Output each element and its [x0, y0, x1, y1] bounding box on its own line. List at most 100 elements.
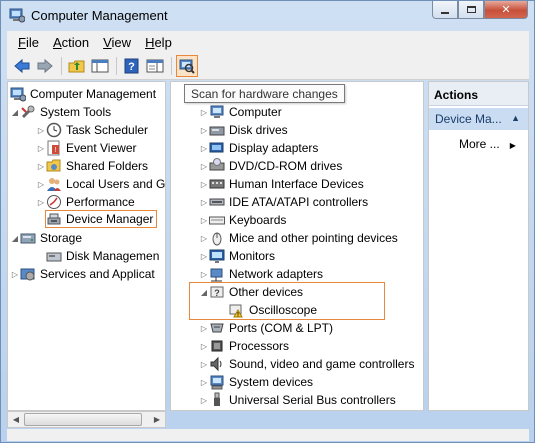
expand-arrow-icon[interactable]: ▷ [199, 270, 209, 279]
expand-arrow-icon[interactable]: ▷ [199, 378, 209, 387]
expand-arrow-icon[interactable]: ▷ [199, 216, 209, 225]
tree-item-label: Event Viewer [66, 141, 137, 155]
device-category-row[interactable]: ▷ Monitors [199, 247, 275, 265]
menu-view-accel: V [103, 34, 112, 50]
expand-arrow-icon[interactable]: ▷ [199, 342, 209, 351]
system-device-icon [209, 374, 225, 390]
device-category-row[interactable]: ▷ Processors [199, 337, 289, 355]
expand-arrow-icon[interactable]: ▷ [199, 252, 209, 261]
toolbar-separator [61, 57, 62, 75]
tree-item-event-viewer[interactable]: ▷ ! Event Viewer [36, 139, 136, 157]
device-category-row[interactable]: ◢ ? Other devices [199, 283, 303, 301]
expand-arrow-icon[interactable]: ▷ [199, 126, 209, 135]
tree-item-disk-management[interactable]: Disk Managemen [46, 247, 159, 265]
menu-file-accel: F [18, 34, 26, 50]
more-actions-button[interactable]: More ... ▶ [459, 137, 516, 151]
expand-arrow-icon[interactable]: ▷ [199, 234, 209, 243]
collapse-arrow-icon[interactable]: ◢ [199, 288, 209, 297]
svg-text:?: ? [214, 288, 220, 298]
device-category-row[interactable]: ▷ Mice and other pointing devices [199, 229, 398, 247]
forward-button[interactable] [34, 55, 56, 77]
properties-button[interactable] [144, 55, 166, 77]
scan-hardware-button[interactable] [176, 55, 198, 77]
warning-device-icon: ! [229, 302, 245, 318]
help-icon: ? [124, 58, 139, 74]
scroll-left-icon[interactable]: ◀ [8, 412, 24, 427]
computer-management-icon [10, 86, 26, 102]
expand-arrow-icon[interactable]: ▷ [199, 180, 209, 189]
tree-item-system-tools[interactable]: ◢ System Tools [10, 103, 111, 121]
expand-arrow-icon[interactable]: ▷ [36, 126, 46, 135]
tree-item-task-scheduler[interactable]: ▷ Task Scheduler [36, 121, 148, 139]
device-category-row[interactable]: ▷ Human Interface Devices [199, 175, 364, 193]
tree-item-services-and-applications[interactable]: ▷ Services and Applicat [10, 265, 155, 283]
device-item-label: Oscilloscope [249, 303, 318, 317]
collapse-arrow-icon[interactable]: ◢ [10, 234, 20, 243]
expand-arrow-icon[interactable]: ▷ [199, 144, 209, 153]
expand-arrow-icon[interactable]: ▷ [199, 360, 209, 369]
storage-icon [20, 230, 36, 246]
close-button[interactable]: ✕ [484, 1, 528, 19]
device-category-row[interactable]: ▷ Universal Serial Bus controllers [199, 391, 396, 409]
expand-arrow-icon[interactable]: ▷ [199, 324, 209, 333]
device-item-oscilloscope[interactable]: ! Oscilloscope [229, 301, 317, 319]
shared-folder-icon [46, 158, 62, 174]
menu-view[interactable]: View [96, 35, 138, 50]
device-category-row[interactable]: ▷ Computer [199, 103, 282, 121]
forward-arrow-icon [37, 58, 53, 74]
device-category-row[interactable]: ▷ Ports (COM & LPT) [199, 319, 333, 337]
tree-item-label: Disk Managemen [66, 249, 160, 263]
device-tree-pane[interactable]: ▷ Computer ▷ Disk drives ▷ Display adapt… [170, 81, 424, 411]
scroll-right-icon[interactable]: ▶ [149, 412, 165, 427]
device-category-label: Human Interface Devices [229, 177, 364, 191]
tree-item-device-manager[interactable]: Device Manager [45, 210, 158, 228]
minimize-button[interactable] [432, 1, 458, 19]
expand-arrow-icon[interactable]: ▷ [199, 396, 209, 405]
device-category-row[interactable]: ▷ Keyboards [199, 211, 286, 229]
status-bar [7, 429, 529, 441]
title-bar[interactable]: Computer Management ✕ [1, 1, 534, 31]
device-category-row[interactable]: ▷ IDE ATA/ATAPI controllers [199, 193, 368, 211]
hid-icon [209, 176, 225, 192]
scrollbar-thumb[interactable] [24, 413, 142, 426]
device-category-row[interactable]: ▷ Network adapters [199, 265, 323, 283]
svg-text:!: ! [237, 313, 239, 319]
tree-item-local-users[interactable]: ▷ Local Users and G [36, 175, 165, 193]
tree-item-performance[interactable]: ▷ Performance [36, 193, 135, 211]
device-category-row[interactable]: ▷ DVD/CD-ROM drives [199, 157, 342, 175]
expand-arrow-icon[interactable]: ▷ [10, 270, 20, 279]
horizontal-scrollbar[interactable]: ◀ ▶ [7, 411, 166, 428]
tree-item-shared-folders[interactable]: ▷ Shared Folders [36, 157, 148, 175]
performance-icon [46, 194, 62, 210]
tree-item-computer-management[interactable]: Computer Management [10, 85, 156, 103]
expand-arrow-icon[interactable]: ▷ [36, 162, 46, 171]
expand-arrow-icon[interactable]: ▷ [199, 198, 209, 207]
collapse-up-icon[interactable]: ▲ [511, 113, 520, 123]
actions-section-label: Device Ma... [435, 112, 502, 126]
expand-arrow-icon[interactable]: ▷ [199, 108, 209, 117]
expand-arrow-icon[interactable]: ▷ [199, 162, 209, 171]
actions-pane: Actions Device Ma... ▲ More ... ▶ [428, 81, 529, 411]
up-one-level-button[interactable] [66, 55, 88, 77]
back-button[interactable] [11, 55, 33, 77]
device-category-label: IDE ATA/ATAPI controllers [229, 195, 369, 209]
expand-arrow-icon[interactable]: ▷ [36, 180, 46, 189]
expand-arrow-icon[interactable]: ▷ [36, 144, 46, 153]
help-button[interactable]: ? [121, 55, 143, 77]
maximize-button[interactable] [458, 1, 484, 19]
tree-item-storage[interactable]: ◢ Storage [10, 229, 82, 247]
tree-item-label: System Tools [40, 105, 112, 119]
menu-file[interactable]: File [11, 35, 46, 50]
actions-section-device-manager[interactable]: Device Ma... ▲ [429, 108, 528, 130]
device-category-row[interactable]: ▷ Sound, video and game controllers [199, 355, 414, 373]
device-category-row[interactable]: ▷ Display adapters [199, 139, 318, 157]
menu-action[interactable]: Action [46, 35, 96, 50]
show-hide-tree-button[interactable] [89, 55, 111, 77]
minimize-icon [441, 11, 449, 14]
device-category-row[interactable]: ▷ System devices [199, 373, 313, 391]
collapse-arrow-icon[interactable]: ◢ [10, 108, 20, 117]
menu-help[interactable]: Help [138, 35, 179, 50]
console-tree-pane[interactable]: Computer Management ◢ System Tools ▷ Tas… [7, 81, 166, 411]
expand-arrow-icon[interactable]: ▷ [36, 198, 46, 207]
device-category-row[interactable]: ▷ Disk drives [199, 121, 288, 139]
